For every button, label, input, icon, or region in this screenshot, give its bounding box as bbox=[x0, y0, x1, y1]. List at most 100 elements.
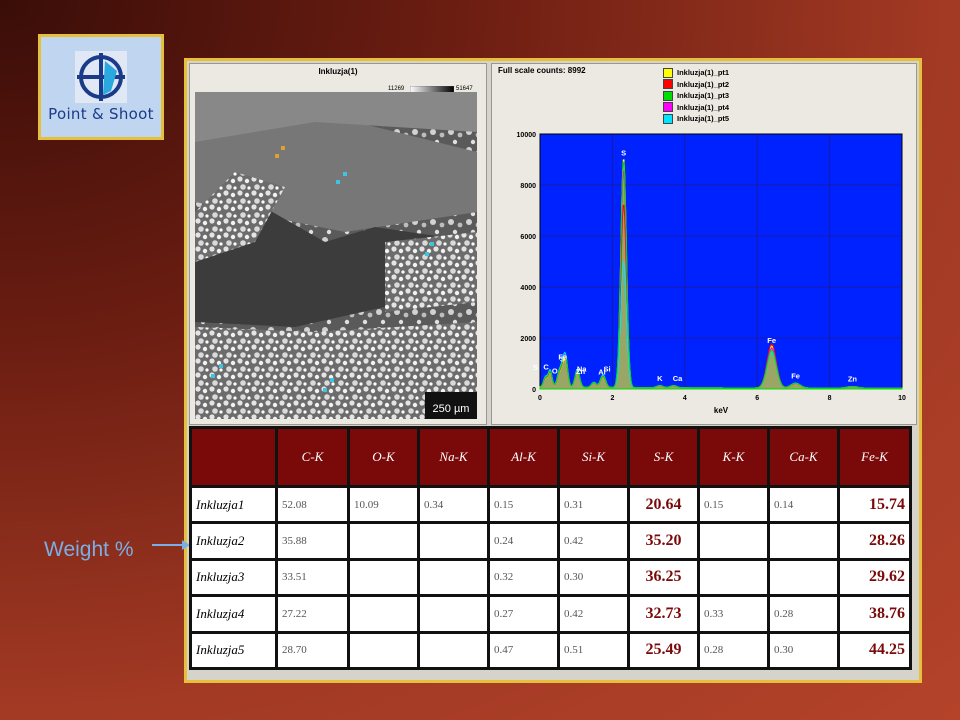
eds-spectrum-chart[interactable]: 02000400060008000100000 2 4 6 8 10keVSFeFeCS O… bbox=[492, 64, 918, 426]
table-cell: 0.30 bbox=[767, 630, 840, 671]
peak-label: Ca bbox=[673, 374, 683, 383]
peak-label: S bbox=[621, 149, 626, 158]
table-cell: 52.08 bbox=[275, 484, 350, 525]
y-tick-label: 2000 bbox=[520, 336, 536, 343]
row-label: Inkluzja5 bbox=[189, 630, 278, 671]
column-header: Fe-K bbox=[837, 426, 912, 488]
weight-percent-label: Weight % bbox=[44, 538, 134, 561]
table-cell: 0.47 bbox=[487, 630, 560, 671]
row-label: Inkluzja3 bbox=[189, 557, 278, 598]
column-header: Na-K bbox=[417, 426, 490, 488]
sem-micrograph[interactable]: 250 µm bbox=[195, 92, 477, 419]
peak-label: Fe bbox=[767, 336, 776, 345]
column-header: S-K bbox=[627, 426, 700, 488]
table-cell: 33.51 bbox=[275, 557, 350, 598]
table-cell: 15.74 bbox=[837, 484, 912, 525]
table-cell: 0.30 bbox=[557, 557, 630, 598]
arrow-right-icon bbox=[152, 540, 190, 550]
table-cell bbox=[697, 521, 770, 561]
table-cell: 35.88 bbox=[275, 521, 350, 561]
table-cell bbox=[347, 521, 420, 561]
x-tick-label: 0 bbox=[538, 395, 542, 402]
y-tick-label: 4000 bbox=[520, 285, 536, 292]
row-label: Inkluzja4 bbox=[189, 594, 278, 634]
peak-label: S bbox=[533, 363, 538, 372]
table-cell: 38.76 bbox=[837, 594, 912, 634]
table-cell: 0.34 bbox=[417, 484, 490, 525]
logo-caption: Point & Shoot bbox=[48, 105, 154, 123]
x-tick-label: 6 bbox=[755, 395, 759, 402]
table-cell: 28.70 bbox=[275, 630, 350, 671]
column-header: K-K bbox=[697, 426, 770, 488]
table-cell: 35.20 bbox=[627, 521, 700, 561]
x-tick-label: 10 bbox=[898, 395, 906, 402]
table-cell: 0.14 bbox=[767, 484, 840, 525]
table-cell: 27.22 bbox=[275, 594, 350, 634]
table-cell bbox=[417, 594, 490, 634]
table-cell: 0.51 bbox=[557, 630, 630, 671]
x-axis-label: keV bbox=[714, 406, 729, 415]
spectrum-window: Full scale counts: 8992 Inkluzja(1)_pt1 … bbox=[491, 63, 917, 425]
x-tick-label: 2 bbox=[610, 395, 614, 402]
point-and-shoot-logo[interactable]: Point & Shoot bbox=[38, 34, 164, 140]
column-header bbox=[189, 426, 278, 488]
table-row: Inkluzja5 28.70 0.47 0.51 25.49 0.28 0.30 44.25 bbox=[189, 630, 912, 671]
y-tick-label: 8000 bbox=[520, 183, 536, 190]
table-cell: 0.28 bbox=[697, 630, 770, 671]
table-cell bbox=[347, 594, 420, 634]
table-cell bbox=[767, 557, 840, 598]
weight-percent-table: C-K O-K Na-K Al-K Si-K S-K K-K Ca-K Fe-K Inkluzj… bbox=[189, 426, 912, 671]
table-cell bbox=[697, 557, 770, 598]
table-header-row: C-K O-K Na-K Al-K Si-K S-K K-K Ca-K Fe-K bbox=[189, 426, 912, 488]
sem-image-window: Inkluzja(1) 11269 51647 250 µm bbox=[189, 63, 487, 425]
peak-label: Si bbox=[603, 365, 610, 374]
y-tick-label: 6000 bbox=[520, 234, 536, 241]
table-cell: 32.73 bbox=[627, 594, 700, 634]
table-cell bbox=[417, 630, 490, 671]
table-cell: 0.31 bbox=[557, 484, 630, 525]
sem-title: Inkluzja(1) bbox=[318, 67, 358, 76]
table-cell: 0.28 bbox=[767, 594, 840, 634]
table-cell: 28.26 bbox=[837, 521, 912, 561]
row-label: Inkluzja2 bbox=[189, 521, 278, 561]
peak-label: Fe bbox=[791, 371, 800, 380]
table-cell: 36.25 bbox=[627, 557, 700, 598]
table-cell: 0.27 bbox=[487, 594, 560, 634]
column-header: Ca-K bbox=[767, 426, 840, 488]
peak-label: C bbox=[543, 363, 549, 372]
table-cell: 0.32 bbox=[487, 557, 560, 598]
table-row: Inkluzja1 52.08 10.09 0.34 0.15 0.31 20.64 0.15… bbox=[189, 484, 912, 525]
peak-label: Zn bbox=[848, 374, 858, 383]
table-row: Inkluzja3 33.51 0.32 0.30 36.25 29.62 bbox=[189, 557, 912, 598]
table-cell: 44.25 bbox=[837, 630, 912, 671]
sem-scale-bar-label: 250 µm bbox=[433, 403, 470, 415]
peak-label: S bbox=[560, 355, 565, 364]
y-tick-label: 0 bbox=[532, 387, 536, 394]
table-row: Inkluzja2 35.88 0.24 0.42 35.20 28.26 bbox=[189, 521, 912, 561]
table-cell bbox=[417, 521, 490, 561]
table-cell: 0.24 bbox=[487, 521, 560, 561]
row-label: Inkluzja1 bbox=[189, 484, 278, 525]
table-cell bbox=[347, 630, 420, 671]
peak-label: K bbox=[657, 374, 663, 383]
table-cell: 0.15 bbox=[697, 484, 770, 525]
table-cell: 10.09 bbox=[347, 484, 420, 525]
table-cell bbox=[417, 557, 490, 598]
column-header: O-K bbox=[347, 426, 420, 488]
x-tick-label: 8 bbox=[828, 395, 832, 402]
peak-label: Zn bbox=[576, 367, 586, 376]
table-cell: 25.49 bbox=[627, 630, 700, 671]
table-cell bbox=[347, 557, 420, 598]
table-cell: 29.62 bbox=[837, 557, 912, 598]
plot-background bbox=[540, 134, 902, 389]
column-header: Si-K bbox=[557, 426, 630, 488]
column-header: C-K bbox=[275, 426, 350, 488]
table-cell: 20.64 bbox=[627, 484, 700, 525]
table-cell: 0.42 bbox=[557, 521, 630, 561]
y-tick-label: 10000 bbox=[517, 132, 537, 139]
table-cell: 0.42 bbox=[557, 594, 630, 634]
column-header: Al-K bbox=[487, 426, 560, 488]
peak-label: O bbox=[552, 367, 558, 376]
table-cell bbox=[767, 521, 840, 561]
table-cell: 0.15 bbox=[487, 484, 560, 525]
